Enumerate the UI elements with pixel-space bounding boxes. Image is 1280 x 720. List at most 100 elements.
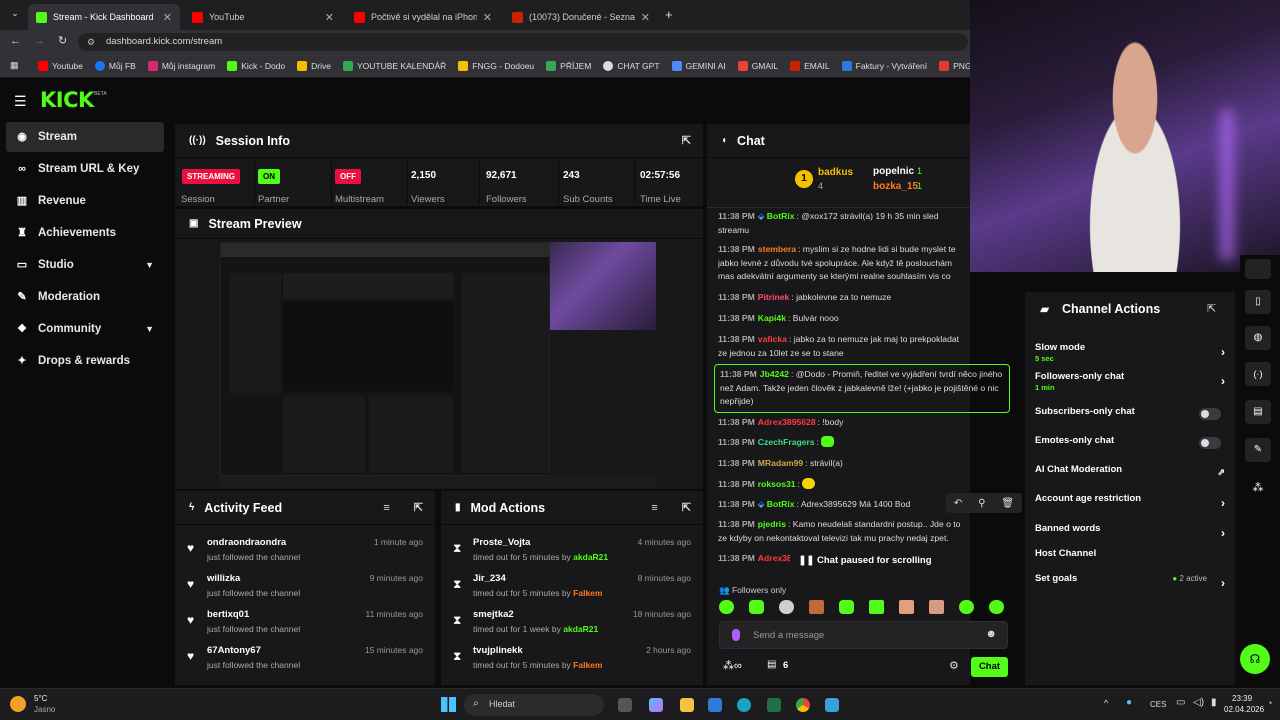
pin-icon[interactable]: ⚲ xyxy=(978,498,985,509)
account-age-setting[interactable]: Account age restriction › xyxy=(1035,493,1225,517)
document-icon[interactable]: ▯ xyxy=(1245,290,1271,314)
wrench-icon[interactable]: ✎ xyxy=(1245,438,1271,462)
copilot-icon[interactable] xyxy=(649,698,663,712)
sidebar-item-community[interactable]: ❖ Community ▼ xyxy=(6,314,164,344)
bookmark-gemini[interactable]: GEMINI AI xyxy=(671,60,726,71)
chat-bubble-icon[interactable]: ◍ xyxy=(1245,326,1271,350)
settings-gear-icon[interactable]: ⚙ xyxy=(949,659,959,672)
url-field[interactable]: ⚙ dashboard.kick.com/stream xyxy=(78,33,968,51)
bookmark-facebook[interactable]: Můj FB xyxy=(94,60,136,71)
emote-icon[interactable] xyxy=(959,600,974,614)
close-tab-icon[interactable]: ✕ xyxy=(641,11,650,24)
slow-mode-setting[interactable]: Slow mode 5 sec › xyxy=(1035,342,1225,366)
chrome-icon[interactable] xyxy=(796,698,810,712)
apps-grid-icon[interactable]: ▦ xyxy=(10,60,19,71)
tab-youtube[interactable]: YouTube ✕ xyxy=(184,4,342,30)
stack-icon[interactable]: ▤ xyxy=(1245,400,1271,424)
tab-youtube-video[interactable]: Počtivě si vydělal na iPhone, po ✕ xyxy=(346,4,500,30)
emotes-only-toggle[interactable] xyxy=(1199,437,1221,449)
edge-icon[interactable] xyxy=(737,698,751,712)
bookmark-faktury[interactable]: Faktury - Vytváření xyxy=(841,60,927,71)
close-tab-icon[interactable]: ✕ xyxy=(483,11,492,24)
bookmark-email[interactable]: EMAIL xyxy=(790,60,830,71)
bookmark-gmail[interactable]: GMAIL xyxy=(737,60,778,71)
start-windows-icon[interactable] xyxy=(441,697,456,712)
new-tab-icon[interactable]: + xyxy=(665,7,673,22)
sidebar-item-stream-url-key[interactable]: ∞ Stream URL & Key xyxy=(6,154,164,184)
emote-icon[interactable] xyxy=(719,600,734,614)
tab-seznam-email[interactable]: (10073) Doručené - Seznam Em ✕ xyxy=(504,4,658,30)
bookmark-drive[interactable]: Drive xyxy=(297,60,331,71)
emote-icon[interactable] xyxy=(929,600,944,614)
filter-icon[interactable]: ≡ xyxy=(651,502,657,514)
broadcast-icon[interactable]: (·) xyxy=(1245,362,1271,386)
tab-kick-dashboard[interactable]: Stream - Kick Dashboard ✕ xyxy=(28,4,180,30)
host-channel-setting[interactable]: Host Channel xyxy=(1035,548,1225,572)
notifications-icon[interactable]: ◔ xyxy=(1267,698,1272,708)
subscribers-only-toggle[interactable] xyxy=(1199,408,1221,420)
tray-chevron-icon[interactable]: ^ xyxy=(1104,698,1108,708)
banned-words-setting[interactable]: Banned words › xyxy=(1035,523,1225,547)
chat-paused-banner[interactable]: ❚❚ Chat paused for scrolling xyxy=(790,551,940,571)
chat-input[interactable]: Send a message ☻ xyxy=(719,621,1008,649)
reload-icon[interactable]: ↻ xyxy=(58,34,67,47)
send-chat-button[interactable]: Chat xyxy=(971,657,1008,677)
microphone-icon[interactable] xyxy=(732,629,740,641)
clock-time[interactable]: 23:39 xyxy=(1232,694,1252,703)
clock-date[interactable]: 02.04.2026 xyxy=(1224,705,1264,714)
support-headset-icon[interactable]: ☊ xyxy=(1240,644,1270,674)
menu-icon[interactable]: ☰ xyxy=(14,93,27,110)
gift-icon[interactable]: ▤ xyxy=(767,659,776,670)
tab-list-menu-icon[interactable]: ⌄ xyxy=(8,8,22,22)
community-icon[interactable]: ⁂∞ xyxy=(723,659,742,672)
rail-button-icon[interactable] xyxy=(1245,259,1271,279)
filter-icon[interactable]: ≡ xyxy=(383,502,389,514)
taskbar-search[interactable]: ⌕ Hledat xyxy=(464,694,604,716)
set-goals-setting[interactable]: Set goals ● 2 active › xyxy=(1035,573,1225,597)
sidebar-item-drops-rewards[interactable]: ✦ Drops & rewards xyxy=(6,346,164,376)
notepad-icon[interactable] xyxy=(825,698,839,712)
reply-icon[interactable]: ↶ xyxy=(954,498,962,509)
emote-icon[interactable] xyxy=(839,600,854,614)
excel-icon[interactable] xyxy=(767,698,781,712)
bookmark-prijem[interactable]: PŘÍJEM xyxy=(546,60,591,71)
language-indicator[interactable]: CES xyxy=(1150,700,1166,709)
network-icon[interactable]: ▭ xyxy=(1176,697,1185,708)
weather-icon[interactable] xyxy=(10,696,26,712)
emote-icon[interactable] xyxy=(809,600,824,614)
site-info-icon[interactable]: ⚙ xyxy=(87,33,95,51)
trash-icon[interactable]: 🗑 xyxy=(1001,498,1014,509)
sidebar-item-stream[interactable]: ◉ Stream xyxy=(6,122,164,152)
battery-icon[interactable]: ▮ xyxy=(1211,697,1217,708)
bookmark-instagram[interactable]: Můj instagram xyxy=(147,60,215,71)
kick-logo[interactable]: KICK xyxy=(40,88,94,112)
followers-only-setting[interactable]: Followers-only chat 1 min › xyxy=(1035,371,1225,395)
emote-icon[interactable] xyxy=(989,600,1004,614)
sidebar-item-revenue[interactable]: ▥ Revenue xyxy=(6,186,164,216)
emote-icon[interactable] xyxy=(779,600,794,614)
popout-icon[interactable]: ⇱ xyxy=(682,501,691,514)
back-icon[interactable]: ← xyxy=(10,35,21,47)
microphone-tray-icon[interactable]: ● xyxy=(1126,697,1132,708)
forward-icon[interactable]: → xyxy=(34,35,45,47)
emote-icon[interactable] xyxy=(899,600,914,614)
close-tab-icon[interactable]: ✕ xyxy=(163,11,172,24)
emote-icon[interactable] xyxy=(749,600,764,614)
popout-icon[interactable]: ⇱ xyxy=(1207,302,1216,315)
stream-video[interactable] xyxy=(220,242,656,488)
community-icon[interactable]: ⁂ xyxy=(1245,476,1271,500)
ai-moderation-setting[interactable]: AI Chat Moderation ⇗ xyxy=(1035,464,1225,488)
close-tab-icon[interactable]: ✕ xyxy=(325,11,334,24)
sidebar-item-achievements[interactable]: ♜ Achievements xyxy=(6,218,164,248)
bookmark-chatgpt[interactable]: CHAT GPT xyxy=(603,60,660,71)
outlook-icon[interactable] xyxy=(708,698,722,712)
bookmark-youtube[interactable]: Youtube xyxy=(38,60,83,71)
bookmark-kick[interactable]: Kick - Dodo xyxy=(227,60,285,71)
folder-icon[interactable] xyxy=(680,698,694,712)
volume-icon[interactable]: ◁) xyxy=(1193,697,1204,708)
bookmark-fngg[interactable]: FNGG - Dodoeu xyxy=(458,60,534,71)
sidebar-item-studio[interactable]: ▭ Studio ▼ xyxy=(6,250,164,280)
bookmark-youtube-calendar[interactable]: YOUTUBE KALENDÁŘ xyxy=(342,60,446,71)
emoji-icon[interactable]: ☻ xyxy=(985,628,997,640)
file-explorer-icon[interactable] xyxy=(618,698,632,712)
